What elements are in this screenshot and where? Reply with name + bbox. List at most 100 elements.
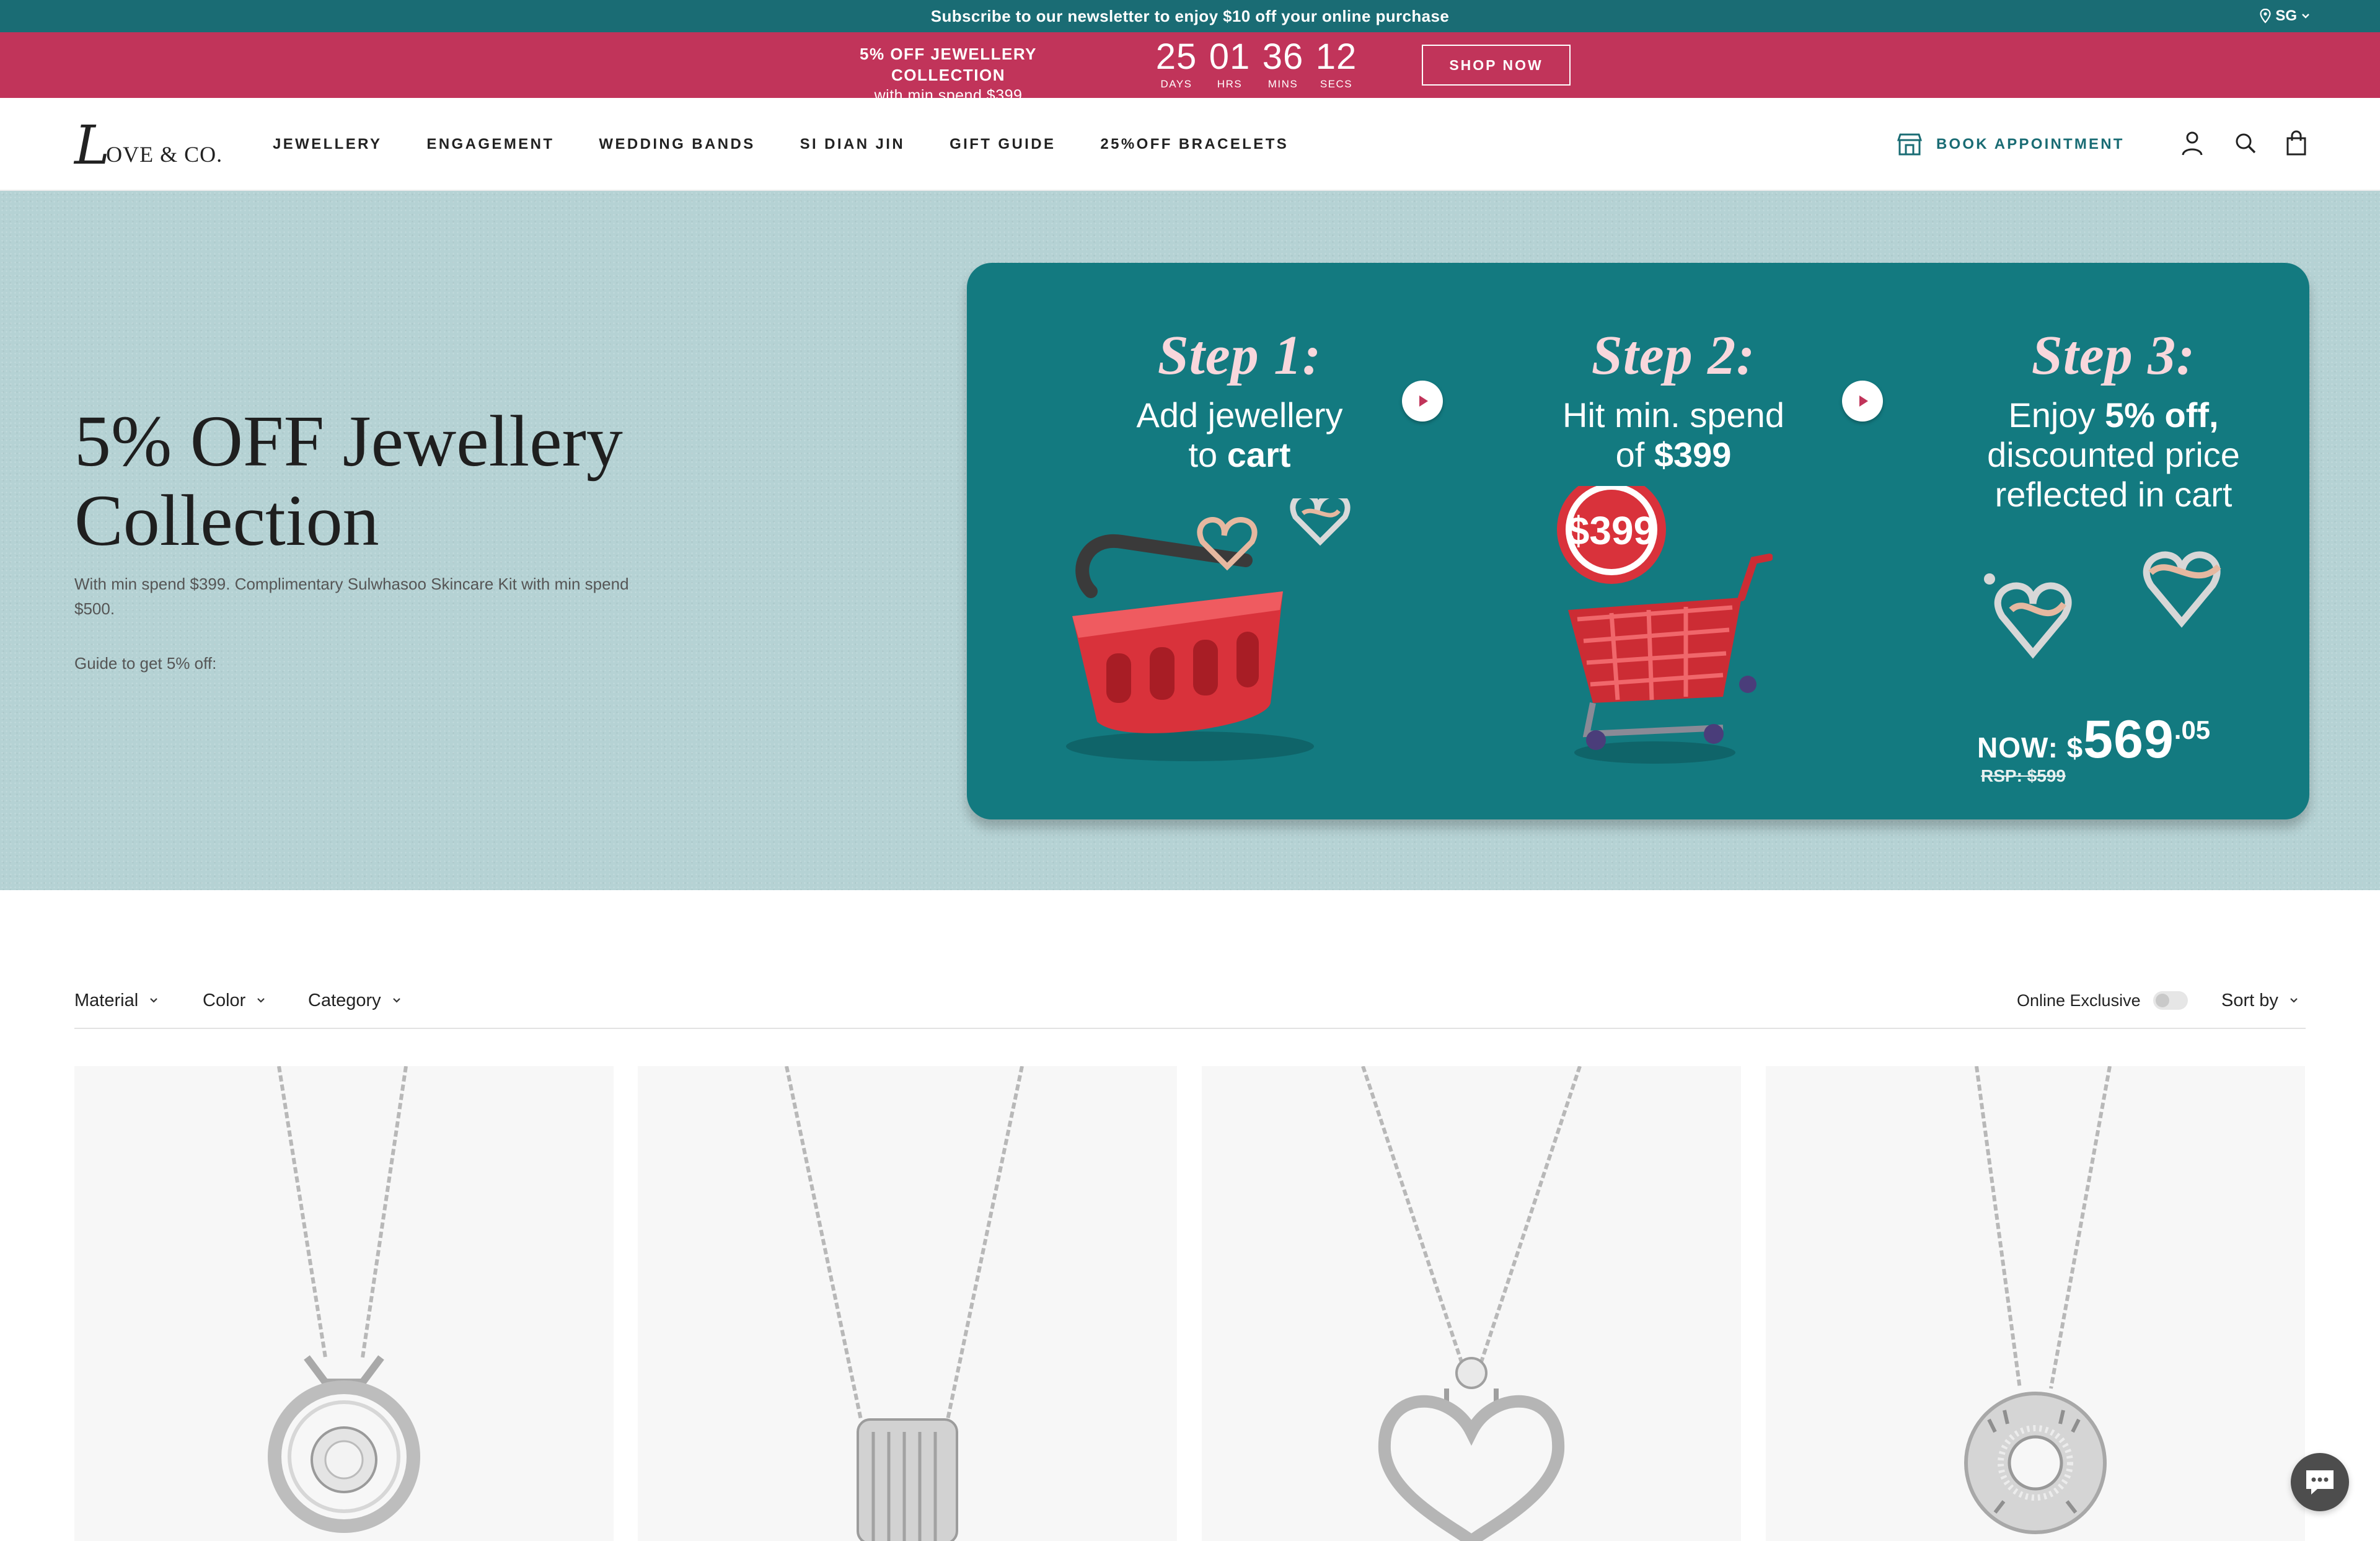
- now-price-value: 569: [2083, 710, 2174, 769]
- step-heading: Step 1:: [1157, 325, 1322, 386]
- chevron-down-icon: [150, 998, 157, 1003]
- shop-now-button[interactable]: SHOP NOW: [1422, 45, 1571, 86]
- countdown-value: 36: [1262, 37, 1304, 77]
- nav-item-jewellery[interactable]: JEWELLERY: [273, 136, 382, 153]
- material-filter[interactable]: Material: [74, 983, 159, 1018]
- announcement-text[interactable]: Subscribe to our newsletter to enjoy $10…: [0, 0, 2380, 32]
- announcement-bar: Subscribe to our newsletter to enjoy $10…: [0, 0, 2380, 32]
- step-text: Enjoy 5% off, discounted price reflected…: [1921, 395, 2306, 514]
- countdown-minutes: 36 MINS: [1261, 36, 1305, 91]
- chevron-down-icon: [257, 998, 265, 1003]
- now-price-label: NOW: $: [1977, 731, 2084, 764]
- product-card[interactable]: [1766, 1066, 2305, 1541]
- material-filter-label: Material: [74, 990, 139, 1010]
- filter-bar: Material Color Category Online Exclusive…: [74, 983, 2306, 1029]
- chat-icon: [2306, 1470, 2334, 1495]
- product-card[interactable]: [74, 1066, 614, 1541]
- sort-label: Sort by: [2221, 990, 2278, 1010]
- account-icon[interactable]: [2178, 129, 2206, 157]
- nav-item-engagement[interactable]: ENGAGEMENT: [426, 136, 554, 153]
- main-nav: JEWELLERY ENGAGEMENT WEDDING BANDS SI DI…: [273, 98, 1289, 191]
- shopping-cart-illustration: $399: [1557, 486, 1773, 764]
- hero-title: 5% OFF Jewellery Collection: [74, 400, 623, 561]
- countdown-days: 25 DAYS: [1154, 36, 1199, 91]
- promo-bar: 5% OFF JEWELLERY COLLECTION with min spe…: [0, 32, 2380, 104]
- online-exclusive-toggle[interactable]: [2153, 991, 2188, 1010]
- step-line-part: of: [1615, 435, 1654, 474]
- step-3: Step 3: Enjoy 5% off, discounted price r…: [1921, 325, 2306, 514]
- step-line: to cart: [1066, 435, 1413, 475]
- rsp-price: RSP: $599: [1981, 766, 2066, 785]
- step-line: Add jewellery: [1136, 395, 1343, 435]
- shopping-basket-illustration: [1066, 498, 1351, 761]
- color-filter-label: Color: [203, 990, 246, 1010]
- search-icon[interactable]: [2231, 129, 2260, 157]
- heart-solitaire-pendant-image: [1361, 1066, 1582, 1541]
- price-badge-text: $399: [1567, 508, 1655, 553]
- book-appointment-label: BOOK APPOINTMENT: [1936, 136, 2125, 152]
- countdown-hours: 01 HRS: [1207, 36, 1252, 91]
- roman-numeral-disc-pendant-image: [1964, 1066, 2112, 1534]
- category-filter-label: Category: [308, 990, 381, 1010]
- steps-infographic: Step 1: Add jewellery to cart Step 2: Hi…: [967, 263, 2309, 819]
- online-exclusive-label: Online Exclusive: [2017, 991, 2141, 1010]
- arrow-play-icon: [1402, 381, 1443, 422]
- hero-banner: 5% OFF Jewellery Collection With min spe…: [0, 191, 2380, 890]
- nav-item-gift-guide[interactable]: GIFT GUIDE: [950, 136, 1056, 153]
- logo-initial: L: [74, 115, 110, 177]
- promo-title: 5% OFF JEWELLERY COLLECTION: [860, 45, 1037, 84]
- countdown-label: HRS: [1217, 78, 1243, 90]
- store-icon: [1897, 133, 1923, 156]
- chat-widget-button[interactable]: [2291, 1453, 2349, 1511]
- chevron-down-icon: [2302, 14, 2309, 19]
- step-heading: Step 2:: [1591, 325, 1756, 386]
- product-card[interactable]: [638, 1066, 1177, 1541]
- countdown-label: DAYS: [1160, 78, 1192, 90]
- brand-logo[interactable]: L OVE & CO.: [74, 117, 229, 172]
- hero-guide-text: Guide to get 5% off:: [74, 654, 217, 673]
- step-line: discounted price: [1987, 435, 2240, 474]
- nav-item-wedding-bands[interactable]: WEDDING BANDS: [599, 136, 755, 153]
- book-appointment-link[interactable]: BOOK APPOINTMENT: [1897, 98, 2125, 191]
- countdown-label: MINS: [1267, 78, 1298, 90]
- step-line: reflected in cart: [1994, 475, 2232, 514]
- promo-text: 5% OFF JEWELLERY COLLECTION with min spe…: [806, 43, 1091, 105]
- online-exclusive-filter: Online Exclusive: [2017, 983, 2188, 1018]
- step-line: Enjoy 5% off,: [1921, 395, 2306, 435]
- nav-item-bracelets-sale[interactable]: 25%OFF BRACELETS: [1100, 136, 1289, 153]
- step-line: of $399: [1500, 435, 1847, 475]
- countdown-value: 01: [1209, 37, 1251, 77]
- site-header: L OVE & CO. JEWELLERY ENGAGEMENT WEDDING…: [0, 98, 2380, 191]
- countdown-timer: 25 DAYS 01 HRS 36 MINS 12 SECS: [1154, 36, 1359, 91]
- region-selector[interactable]: SG: [2259, 0, 2311, 32]
- sort-dropdown[interactable]: Sort by: [2221, 983, 2299, 1018]
- chevron-down-icon: [2290, 998, 2298, 1003]
- step-1: Step 1: Add jewellery to cart: [1066, 325, 1413, 475]
- arrow-play-icon: [1842, 381, 1883, 422]
- step-heading: Step 3:: [2031, 325, 2196, 386]
- countdown-value: 12: [1315, 37, 1357, 77]
- color-filter[interactable]: Color: [203, 983, 267, 1018]
- step-line-emphasis: 5% off,: [2105, 395, 2219, 435]
- nav-item-si-dian-jin[interactable]: SI DIAN JIN: [800, 136, 905, 153]
- product-card[interactable]: [1202, 1066, 1741, 1541]
- now-price-cents: .05: [2174, 715, 2211, 744]
- step-line-emphasis: cart: [1227, 435, 1291, 474]
- step-line-part: to: [1188, 435, 1227, 474]
- countdown-label: SECS: [1320, 78, 1353, 90]
- step-line-emphasis: $399: [1654, 435, 1732, 474]
- step-2: Step 2: Hit min. spend of $399: [1500, 325, 1847, 475]
- countdown-seconds: 12 SECS: [1314, 36, 1359, 91]
- round-solitaire-pendant-image: [268, 1066, 420, 1533]
- region-label: SG: [2275, 7, 2297, 24]
- earrings-illustration: [1984, 551, 2221, 659]
- hero-description: With min spend $399. Complimentary Sulwh…: [74, 575, 629, 618]
- step-line: Hit min. spend: [1562, 395, 1784, 435]
- ribbed-barrel-pendant-image: [785, 1066, 1024, 1541]
- chevron-down-icon: [392, 998, 400, 1003]
- category-filter[interactable]: Category: [308, 983, 402, 1018]
- cart-icon[interactable]: [2282, 129, 2311, 157]
- step-text: Hit min. spend of $399: [1500, 395, 1847, 475]
- now-price: NOW: $569.05: [1977, 709, 2210, 770]
- step-text: Add jewellery to cart: [1066, 395, 1413, 475]
